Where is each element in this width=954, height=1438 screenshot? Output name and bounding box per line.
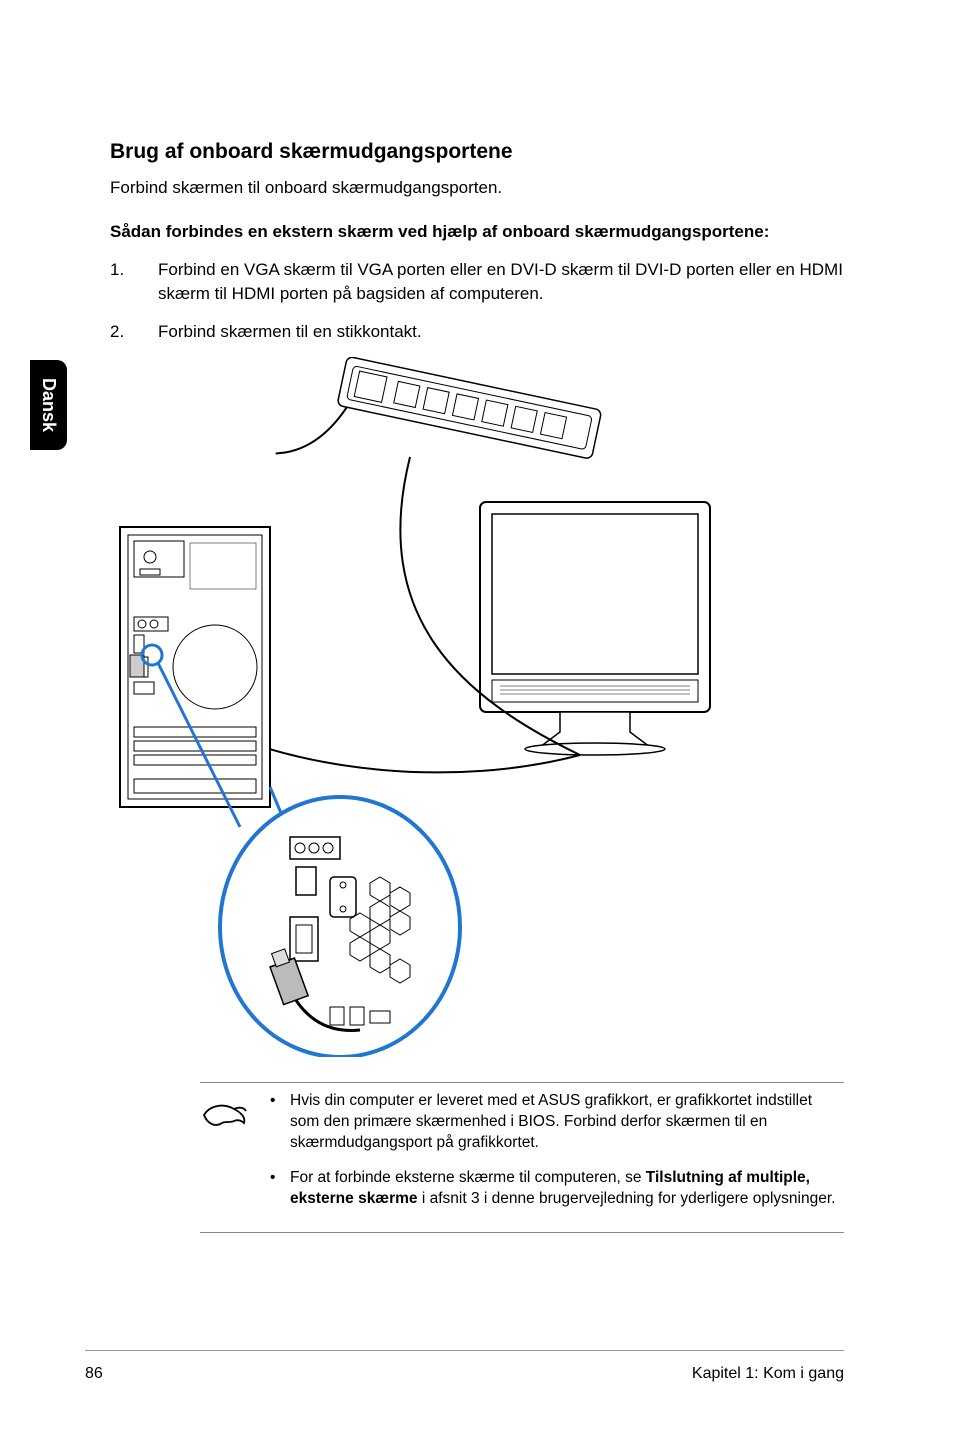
bullet-icon: •	[270, 1168, 290, 1210]
note-block: • Hvis din computer er leveret med et AS…	[200, 1082, 844, 1233]
power-strip-icon	[276, 357, 602, 518]
language-tab: Dansk	[30, 360, 67, 450]
page-footer: 86 Kapitel 1: Kom i gang	[85, 1350, 844, 1383]
divider	[200, 1082, 844, 1083]
step-item: 1. Forbind en VGA skærm til VGA porten e…	[110, 258, 844, 306]
note-item: • Hvis din computer er leveret med et AS…	[270, 1091, 844, 1154]
note-hand-icon	[200, 1091, 250, 1142]
monitor-icon	[480, 502, 710, 755]
note-text: Hvis din computer er leveret med et ASUS…	[290, 1091, 844, 1154]
note-item: • For at forbinde eksterne skærme til co…	[270, 1168, 844, 1210]
bullet-icon: •	[270, 1091, 290, 1154]
port-detail-icon	[220, 797, 460, 1057]
note-text: For at forbinde eksterne skærme til comp…	[290, 1168, 844, 1210]
connection-diagram	[110, 357, 844, 1062]
divider	[200, 1232, 844, 1233]
page-heading: Brug af onboard skærmudgangsportene	[110, 140, 844, 164]
subheading: Sådan forbindes en ekstern skærm ved hjæ…	[110, 222, 844, 242]
step-number: 1.	[110, 258, 158, 306]
step-item: 2. Forbind skærmen til en stikkontakt.	[110, 320, 844, 344]
pc-tower-icon	[120, 527, 270, 807]
step-number: 2.	[110, 320, 158, 344]
page-number: 86	[85, 1365, 103, 1383]
intro-text: Forbind skærmen til onboard skærmudgangs…	[110, 178, 844, 198]
step-list: 1. Forbind en VGA skærm til VGA porten e…	[110, 258, 844, 343]
chapter-label: Kapitel 1: Kom i gang	[692, 1365, 844, 1383]
step-text: Forbind skærmen til en stikkontakt.	[158, 320, 844, 344]
step-text: Forbind en VGA skærm til VGA porten elle…	[158, 258, 844, 306]
